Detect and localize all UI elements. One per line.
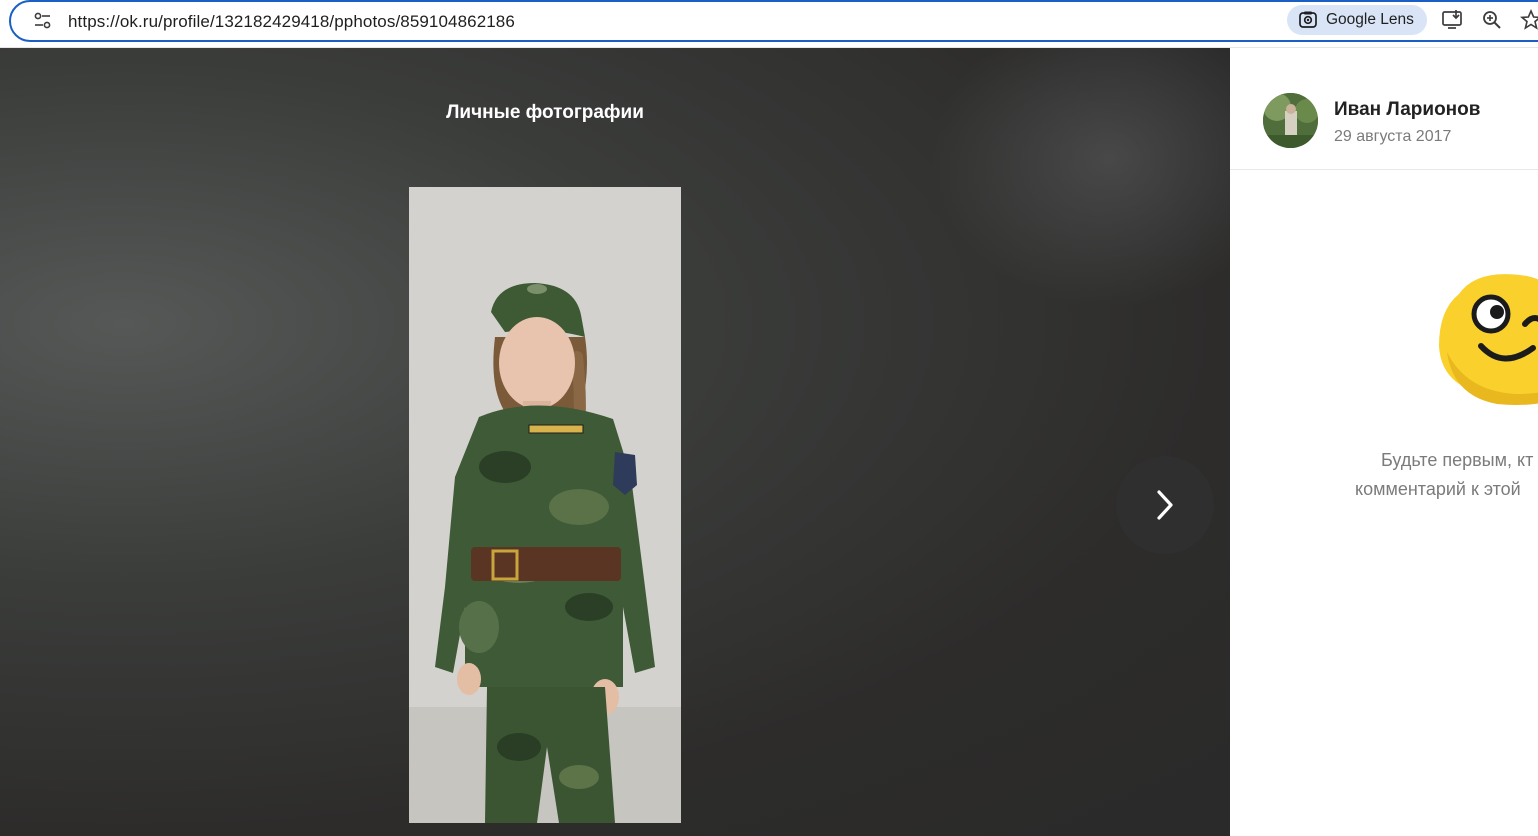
album-title[interactable]: Личные фотографии bbox=[0, 102, 1090, 124]
photo-image[interactable] bbox=[409, 187, 681, 823]
empty-comments-line2: комментарий к этой bbox=[1355, 479, 1521, 499]
url-text[interactable]: https://ok.ru/profile/132182429418/pphot… bbox=[68, 12, 515, 32]
winking-smile-mascot bbox=[1437, 266, 1538, 406]
site-info-icon[interactable] bbox=[33, 11, 53, 31]
install-app-icon[interactable] bbox=[1441, 9, 1463, 31]
chevron-right-icon bbox=[1157, 490, 1173, 520]
google-lens-button[interactable]: Google Lens bbox=[1287, 5, 1427, 35]
empty-comments-line1: Будьте первым, кт bbox=[1381, 450, 1534, 470]
comments-panel: Иван Ларионов 29 августа 2017 Будьте пер… bbox=[1230, 48, 1538, 836]
photo-viewer: Личные фотографии bbox=[0, 48, 1230, 836]
google-lens-icon bbox=[1299, 11, 1317, 28]
browser-toolbar: https://ok.ru/profile/132182429418/pphot… bbox=[0, 0, 1538, 47]
zoom-icon[interactable] bbox=[1481, 9, 1503, 31]
photo-date: 29 августа 2017 bbox=[1334, 128, 1452, 145]
next-photo-button[interactable] bbox=[1116, 456, 1214, 554]
google-lens-label: Google Lens bbox=[1326, 11, 1414, 28]
bookmark-star-icon[interactable] bbox=[1519, 8, 1538, 31]
avatar[interactable] bbox=[1263, 93, 1318, 148]
panel-divider bbox=[1230, 169, 1538, 170]
author-name[interactable]: Иван Ларионов bbox=[1334, 99, 1480, 121]
